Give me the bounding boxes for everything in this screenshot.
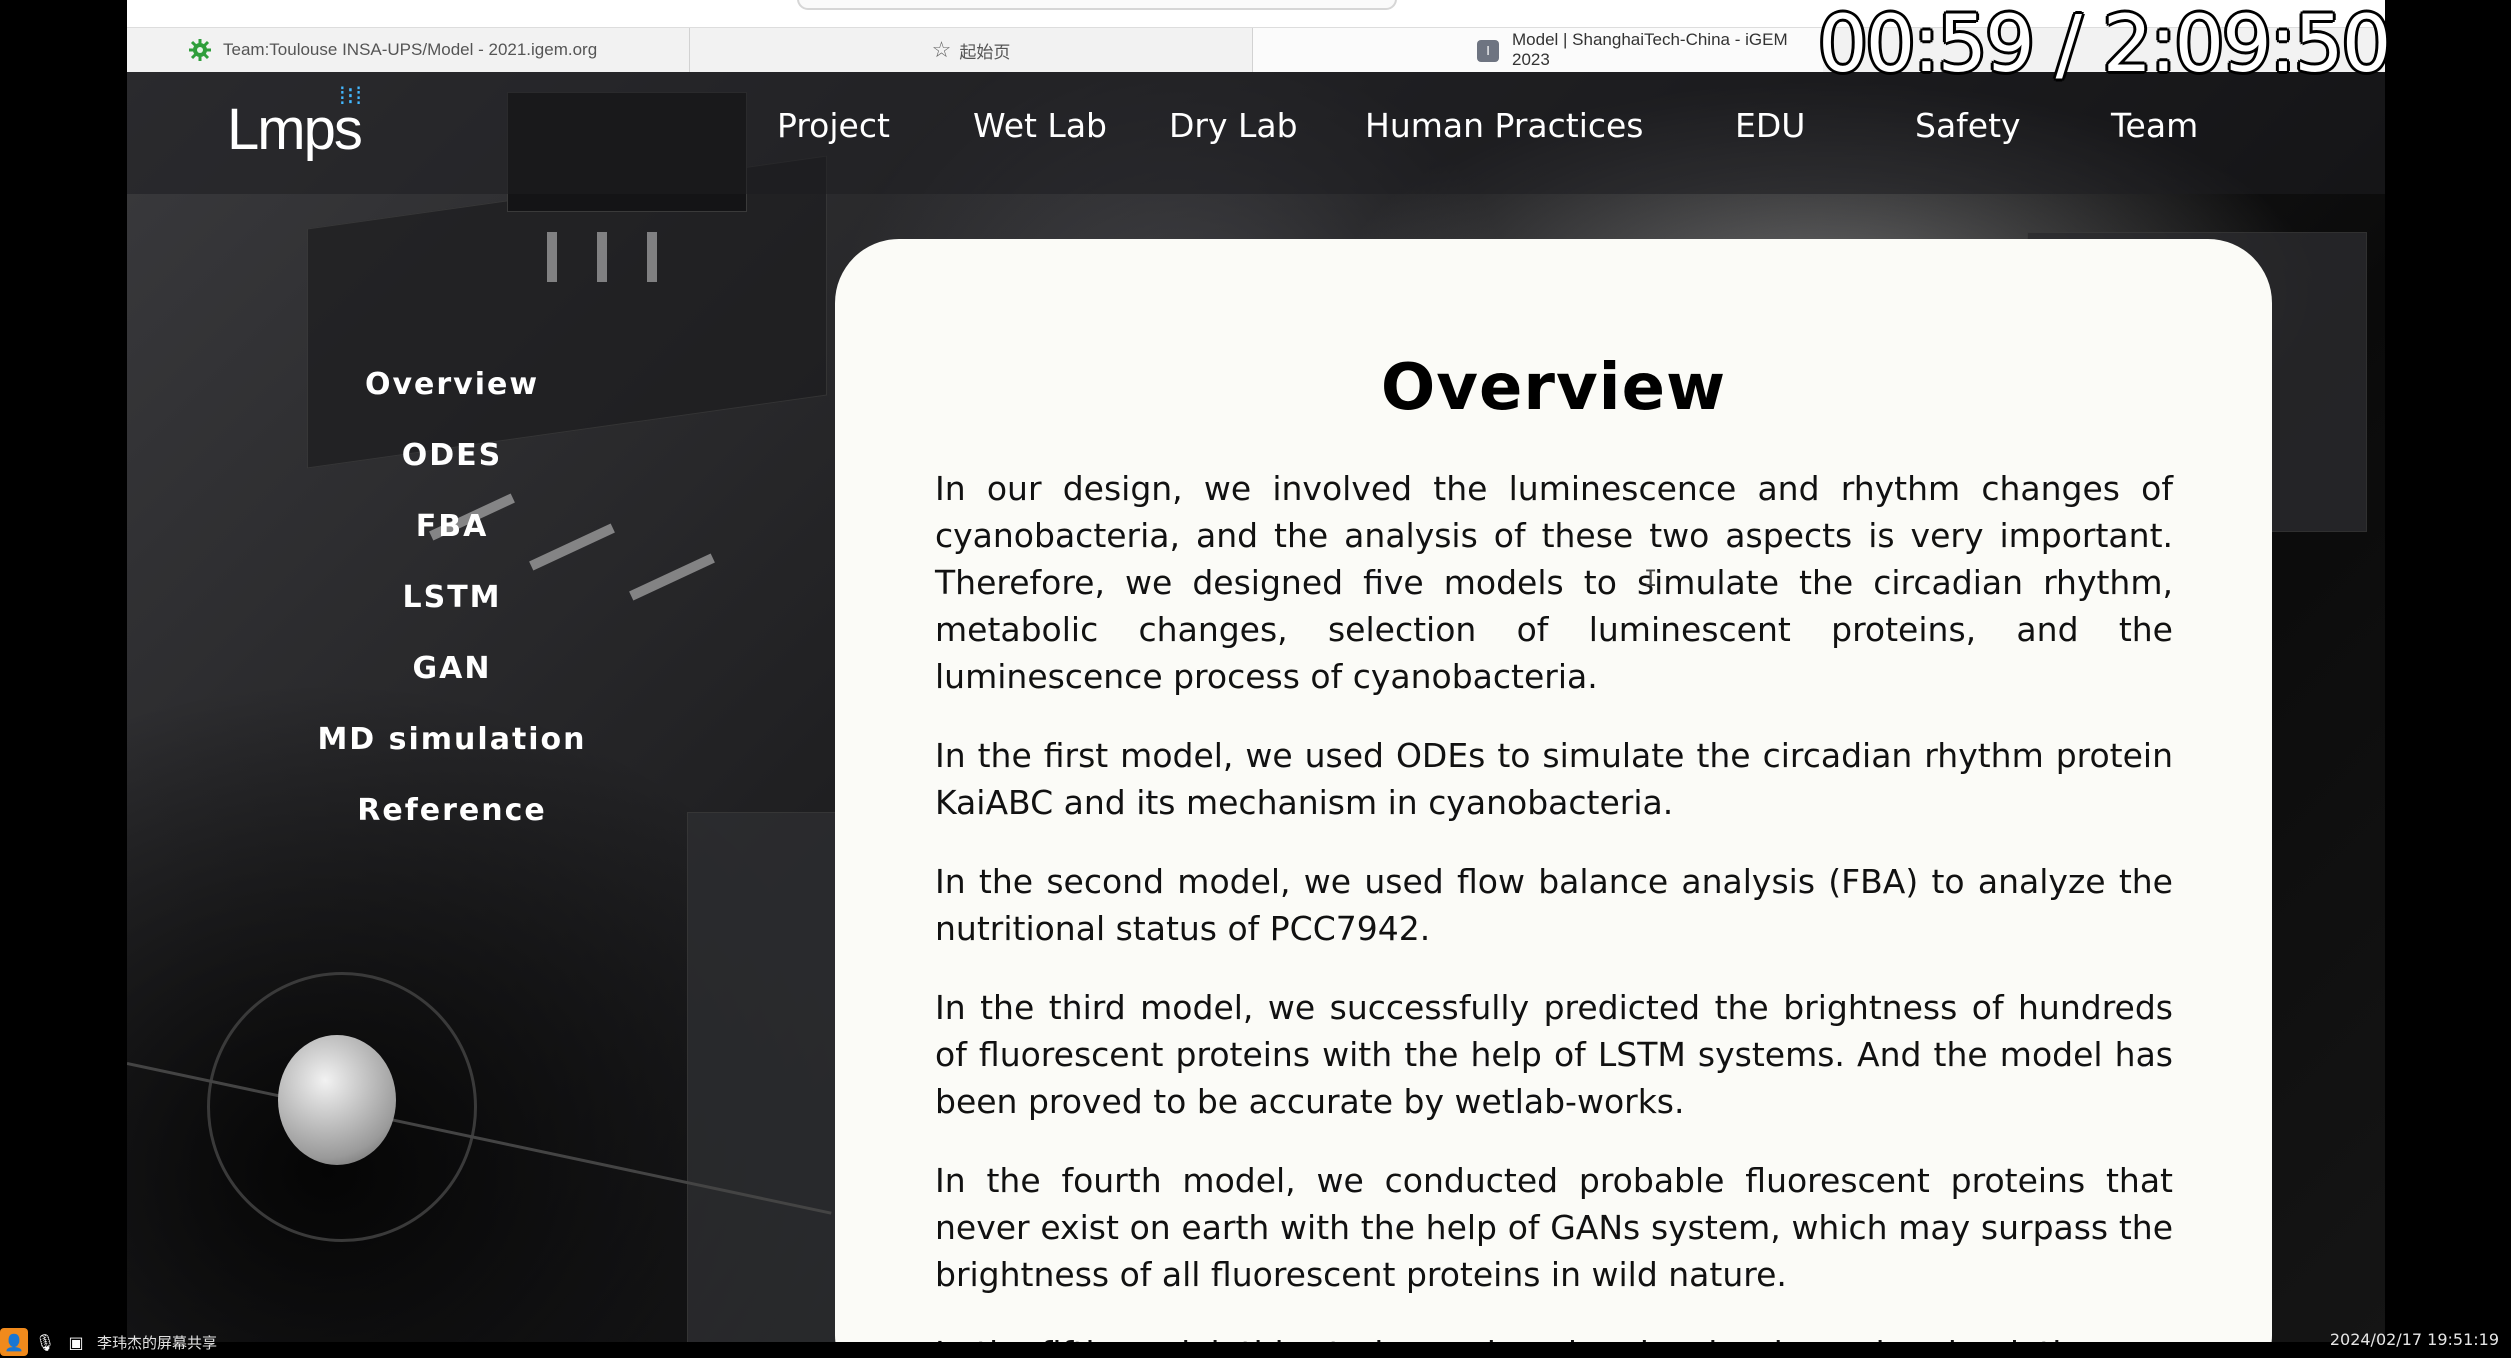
sparkle-icon: ⁞⁝⁞: [339, 83, 363, 110]
microphone-icon[interactable]: 🎙: [31, 1328, 59, 1356]
tab-label: Model | ShanghaiTech-China - iGEM 2023: [1512, 30, 1788, 69]
paragraph: In the second model, we used flow balanc…: [935, 862, 2173, 948]
section-title: Overview: [1380, 351, 1727, 425]
nav-edu[interactable]: EDU: [1735, 106, 1805, 145]
tab-shanghaitech-model[interactable]: I Model | ShanghaiTech-China - iGEM 2023: [1253, 28, 1823, 72]
pin-decoration: [547, 232, 557, 282]
top-navigation: Lmps ⁞⁝⁞ Project Wet Lab Dry Lab Human P…: [127, 72, 2385, 194]
nav-safety[interactable]: Safety: [1915, 106, 2021, 145]
star-icon: ☆: [931, 37, 952, 62]
tab-toulouse[interactable]: Team:Toulouse INSA-UPS/Model - 2021.igem…: [127, 28, 690, 72]
address-bar[interactable]: [797, 0, 1397, 10]
text-cursor-icon: I: [1644, 567, 1658, 592]
screen-share-indicator: 👤 🎙 ▣ 李玮杰的屏幕共享: [0, 1326, 240, 1358]
igem-wiki-page: Lmps ⁞⁝⁞ Project Wet Lab Dry Lab Human P…: [127, 72, 2385, 1342]
pin-decoration: [597, 232, 607, 282]
tab-label: Team:Toulouse INSA-UPS/Model - 2021.igem…: [223, 40, 598, 59]
screen-share-icon[interactable]: ▣: [62, 1328, 90, 1356]
paragraph: In the fourth model, we conducted probab…: [935, 1161, 2173, 1294]
nav-project[interactable]: Project: [777, 106, 890, 145]
shared-screen: Team:Toulouse INSA-UPS/Model - 2021.igem…: [127, 0, 2385, 1342]
nav-human-practices[interactable]: Human Practices: [1365, 106, 1644, 145]
nav-wet-lab[interactable]: Wet Lab: [973, 106, 1107, 145]
pin-decoration: [647, 232, 657, 282]
paragraph: In our design, we involved the luminesce…: [935, 469, 2173, 696]
paragraph: In the fifth model, this study employed …: [935, 1330, 2173, 1342]
sidebar-item-fba[interactable]: FBA: [127, 509, 777, 544]
paragraph: In the third model, we successfully pred…: [935, 988, 2173, 1121]
sidebar-item-md-simulation[interactable]: MD simulation: [127, 722, 777, 757]
sidebar-item-lstm[interactable]: LSTM: [127, 580, 777, 615]
sidebar-item-overview[interactable]: Overview: [127, 367, 777, 402]
content-card: Overview In our design, we involved the …: [835, 239, 2272, 1342]
sidebar-item-odes[interactable]: ODES: [127, 438, 777, 473]
recording-timestamp: 2024/02/17 19:51:19: [2329, 1330, 2499, 1349]
nav-team[interactable]: Team: [2111, 106, 2198, 145]
tab-label: 起始页: [959, 42, 1011, 62]
user-icon: 👤: [0, 1328, 28, 1356]
tab-start-page[interactable]: ☆ 起始页: [690, 28, 1253, 72]
gear-favicon-icon: [189, 39, 211, 61]
paragraph: In the first model, we used ODEs to simu…: [935, 736, 2173, 822]
share-label: 李玮杰的屏幕共享: [97, 1333, 218, 1352]
sidebar-item-gan[interactable]: GAN: [127, 651, 777, 686]
knob-decoration: [278, 1035, 396, 1165]
site-logo[interactable]: Lmps ⁞⁝⁞: [227, 83, 363, 163]
connector-decoration: [687, 812, 847, 1342]
section-body: In our design, we involved the luminesce…: [935, 465, 2173, 1342]
nav-dry-lab[interactable]: Dry Lab: [1169, 106, 1298, 145]
page-favicon-icon: I: [1477, 40, 1499, 62]
sidebar-item-reference[interactable]: Reference: [127, 793, 777, 828]
playback-timer: 00:59 / 2:09:50: [1818, 0, 2391, 90]
